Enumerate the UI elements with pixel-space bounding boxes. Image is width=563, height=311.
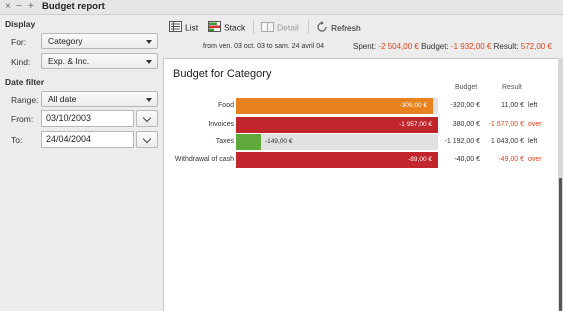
- row-bar-track: -149,00 €: [236, 134, 438, 150]
- close-icon[interactable]: ×: [5, 1, 11, 13]
- result-label: Result:: [493, 42, 519, 51]
- title-bar: × − + Budget report: [0, 0, 563, 15]
- for-select[interactable]: Category: [41, 33, 158, 49]
- chevron-down-icon: [146, 40, 152, 44]
- row-spent-value: -1 957,00 €: [399, 121, 432, 128]
- result-value: 572,00 €: [520, 42, 552, 51]
- spent-label: Spent:: [353, 42, 377, 51]
- row-bar-track: -1 957,00 €: [236, 117, 438, 133]
- chevron-down-icon: [146, 98, 152, 102]
- row-result-value: -1 577,00 €: [488, 121, 524, 128]
- detail-label: Detail: [277, 22, 299, 33]
- date-filter-heading: Date filter: [5, 77, 45, 87]
- row-category-name: Invoices: [208, 121, 234, 128]
- row-spent-value: -89,00 €: [408, 156, 432, 163]
- chevron-down-icon: [146, 60, 152, 64]
- refresh-label: Refresh: [331, 22, 361, 33]
- chevron-down-icon: [142, 134, 152, 144]
- report-title: Budget for Category: [173, 68, 272, 80]
- row-status: left: [528, 138, 538, 145]
- budget-value: -1 932,00 €: [450, 42, 492, 51]
- row-spent-bar: [236, 134, 261, 150]
- to-date-input[interactable]: 24/04/2004: [41, 131, 134, 148]
- row-result-value: 11,00 €: [501, 102, 524, 109]
- range-select[interactable]: All date: [41, 91, 158, 107]
- toolbar: List Stack Detail Refresh from ven. 03 o…: [163, 16, 563, 56]
- result-column-header: Result: [502, 84, 522, 91]
- display-heading: Display: [5, 19, 36, 29]
- toolbar-separator: [308, 20, 309, 34]
- row-spent-value: -149,00 €: [265, 138, 293, 145]
- budget-report-panel: Budget for Category Budget Result Food -3…: [163, 58, 559, 311]
- budget-row: Withdrawal of cash -89,00 € -40,00 € -49,00…: [164, 152, 560, 169]
- totals-summary: Spent: -2 504,00 € Budget: -1 932,00 € R…: [353, 42, 552, 51]
- refresh-icon: [316, 21, 328, 36]
- row-bar-track: -89,00 €: [236, 152, 438, 168]
- maximize-icon[interactable]: +: [28, 1, 34, 13]
- list-icon: [169, 21, 182, 35]
- spent-value: -2 504,00 €: [378, 42, 419, 51]
- date-range-text: from ven. 03 oct. 03 to sam. 24 avril 04: [203, 43, 325, 50]
- list-button[interactable]: List: [169, 21, 198, 35]
- row-bar-track: -309,00 €: [236, 98, 438, 114]
- scrollbar-thumb[interactable]: [559, 178, 562, 311]
- kind-select-value: Exp. & Inc.: [48, 56, 90, 66]
- range-select-value: All date: [48, 94, 77, 104]
- row-result-value: 1 043,00 €: [490, 138, 524, 145]
- detail-icon: [261, 21, 274, 35]
- budget-column-header: Budget: [455, 84, 478, 91]
- kind-select[interactable]: Exp. & Inc.: [41, 53, 158, 69]
- refresh-button[interactable]: Refresh: [316, 21, 361, 35]
- minimize-icon[interactable]: −: [16, 1, 22, 13]
- row-budget-value: -40,00 €: [454, 156, 480, 163]
- row-budget-value: 380,00 €: [452, 121, 480, 128]
- row-category-name: Withdrawal of cash: [174, 156, 234, 163]
- budget-label: Budget:: [421, 42, 449, 51]
- kind-label: Kind:: [11, 57, 31, 67]
- row-spent-value: -309,00 €: [399, 102, 427, 109]
- row-status: over: [528, 156, 542, 163]
- budget-row: Food -309,00 € -320,00 € 11,00 € left: [164, 98, 560, 115]
- row-budget-value: -320,00 €: [450, 102, 480, 109]
- from-date-input[interactable]: 03/10/2003: [41, 110, 134, 127]
- from-label: From:: [11, 114, 34, 124]
- row-status: left: [528, 102, 538, 109]
- window-title: Budget report: [42, 1, 105, 12]
- for-label: For:: [11, 37, 27, 47]
- stack-label: Stack: [224, 22, 246, 33]
- row-budget-value: -1 192,00 €: [444, 138, 480, 145]
- row-result-value: -49,00 €: [498, 156, 524, 163]
- list-label: List: [185, 22, 199, 33]
- for-select-value: Category: [48, 36, 83, 46]
- from-date-picker-button[interactable]: [136, 110, 158, 127]
- to-date-picker-button[interactable]: [136, 131, 158, 148]
- toolbar-separator: [253, 20, 254, 34]
- stack-icon: [208, 21, 221, 35]
- row-category-name: Food: [218, 102, 234, 109]
- chevron-down-icon: [142, 113, 152, 123]
- range-label: Range:: [11, 95, 39, 105]
- to-label: To:: [11, 135, 23, 145]
- budget-row: Taxes -149,00 € -1 192,00 € 1 043,00 € left: [164, 134, 560, 151]
- detail-button[interactable]: Detail: [261, 21, 299, 35]
- row-status: over: [528, 121, 542, 128]
- budget-row: Invoices -1 957,00 € 380,00 € -1 577,00 € ov…: [164, 117, 560, 134]
- row-category-name: Taxes: [215, 138, 234, 145]
- stack-button[interactable]: Stack: [208, 21, 245, 35]
- vertical-scrollbar[interactable]: [558, 58, 563, 311]
- filter-panel: Display For: Category Kind: Exp. & Inc. …: [0, 16, 162, 311]
